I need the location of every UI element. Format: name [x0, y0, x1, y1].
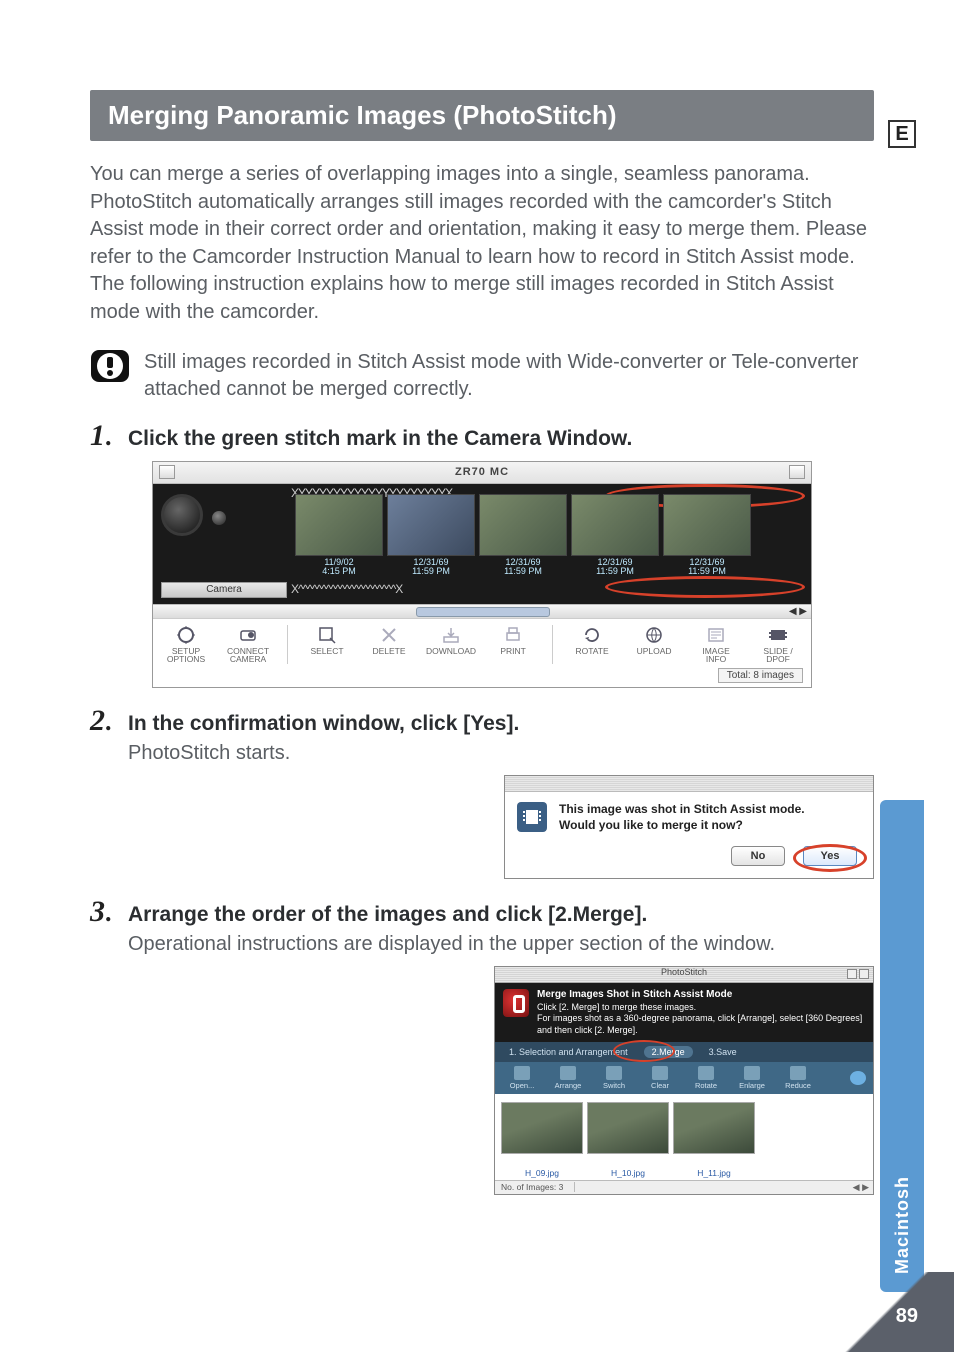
camera-toolbar: SETUP OPTIONS CONNECT CAMERA SELECT DELE…	[153, 618, 811, 667]
upload-button[interactable]: UPLOAD	[629, 625, 679, 665]
step-2-heading: In the confirmation window, click [Yes].	[128, 712, 874, 736]
caution-block: Still images recorded in Stitch Assist m…	[90, 349, 874, 403]
delete-button[interactable]: DELETE	[364, 625, 414, 665]
dialog-titlebar	[505, 776, 873, 792]
arrange-button[interactable]: Arrange	[547, 1066, 589, 1090]
step-3-desc: Operational instructions are displayed i…	[128, 931, 874, 958]
ps-thumbnail[interactable]: H_11.jpg	[673, 1102, 755, 1178]
rotate-button[interactable]: ROTATE	[567, 625, 617, 665]
clear-button[interactable]: Clear	[639, 1066, 681, 1090]
download-button[interactable]: DOWNLOAD	[426, 625, 476, 665]
camera-window-title: ZR70 MC	[181, 466, 783, 478]
photostitch-window: PhotoStitch Merge Images Shot in Stitch …	[494, 966, 874, 1195]
step-1: 1. Click the green stitch mark in the Ca…	[90, 421, 874, 451]
caution-text: Still images recorded in Stitch Assist m…	[144, 349, 874, 403]
caution-icon	[90, 349, 130, 383]
step-3: 3. Arrange the order of the images and c…	[90, 897, 874, 958]
image-total: Total: 8 images	[718, 668, 803, 683]
camera-window: ZR70 MC XYYYYYYYYYYYYYYYYYYYYYX Camera 1…	[152, 461, 812, 689]
zoom-icon[interactable]	[789, 465, 805, 479]
minimize-icon[interactable]	[847, 969, 857, 979]
page-number: 89	[896, 1305, 918, 1328]
photostitch-statusbar: No. of Images: 3 ◀ ▶	[495, 1180, 873, 1194]
ps-thumbnail[interactable]: H_09.jpg	[501, 1102, 583, 1178]
enlarge-button[interactable]: Enlarge	[731, 1066, 773, 1090]
mode-dial-icon[interactable]	[161, 494, 203, 536]
photostitch-desc: Merge Images Shot in Stitch Assist Mode …	[537, 989, 865, 1036]
image-info-button[interactable]: IMAGE INFO	[691, 625, 741, 665]
photostitch-titlebar: PhotoStitch	[495, 967, 873, 983]
tab-save[interactable]: 3.Save	[701, 1046, 745, 1058]
step-2: 2. In the confirmation window, click [Ye…	[90, 706, 874, 767]
step-1-number: 1.	[90, 421, 118, 451]
confirmation-text: This image was shot in Stitch Assist mod…	[559, 802, 805, 833]
photostitch-tabs: 1. Selection and Arrangement 2.Merge 3.S…	[495, 1042, 873, 1062]
confirmation-dialog: This image was shot in Stitch Assist mod…	[504, 775, 874, 878]
step-3-number: 3.	[90, 897, 118, 927]
photostitch-logo-icon	[503, 989, 529, 1017]
open-button[interactable]: Open...	[501, 1066, 543, 1090]
step-2-desc: PhotoStitch starts.	[128, 740, 874, 767]
scrollbar[interactable]: ◀ ▶	[153, 604, 811, 618]
camera-window-titlebar: ZR70 MC	[153, 462, 811, 484]
help-icon[interactable]	[849, 1071, 867, 1085]
switch-button[interactable]: Switch	[593, 1066, 635, 1090]
step-2-number: 2.	[90, 706, 118, 736]
tab-merge[interactable]: 2.Merge	[644, 1046, 693, 1058]
close-icon[interactable]	[159, 465, 175, 479]
scroll-arrows-icon[interactable]: ◀ ▶	[849, 1182, 873, 1193]
rotate-button[interactable]: Rotate	[685, 1066, 727, 1090]
tab-selection[interactable]: 1. Selection and Arrangement	[501, 1046, 636, 1058]
step-3-heading: Arrange the order of the images and clic…	[128, 903, 874, 927]
page-corner	[824, 1272, 954, 1352]
photostitch-toolbar: Open... Arrange Switch Clear Rotate Enla…	[495, 1062, 873, 1094]
yes-button[interactable]: Yes	[803, 846, 857, 866]
photostitch-canvas: H_09.jpg H_10.jpg H_11.jpg	[495, 1094, 873, 1180]
print-button[interactable]: PRINT	[488, 625, 538, 665]
no-button[interactable]: No	[731, 846, 785, 866]
connect-camera-button[interactable]: CONNECT CAMERA	[223, 625, 273, 665]
select-button[interactable]: SELECT	[302, 625, 352, 665]
ps-thumbnail[interactable]: H_10.jpg	[587, 1102, 669, 1178]
section-title: Merging Panoramic Images (PhotoStitch)	[90, 90, 874, 141]
setup-options-button[interactable]: SETUP OPTIONS	[161, 625, 211, 665]
stitch-marks-bottom[interactable]: X^^^^^^^^^^^^^^^^^^^^^X	[153, 582, 811, 596]
reduce-button[interactable]: Reduce	[777, 1066, 819, 1090]
slide-dpof-button[interactable]: SLIDE / DPOF	[753, 625, 803, 665]
zoom-icon[interactable]	[859, 969, 869, 979]
film-icon	[517, 802, 547, 832]
intro-text: You can merge a series of overlapping im…	[90, 161, 874, 327]
step-1-heading: Click the green stitch mark in the Camer…	[128, 427, 874, 451]
